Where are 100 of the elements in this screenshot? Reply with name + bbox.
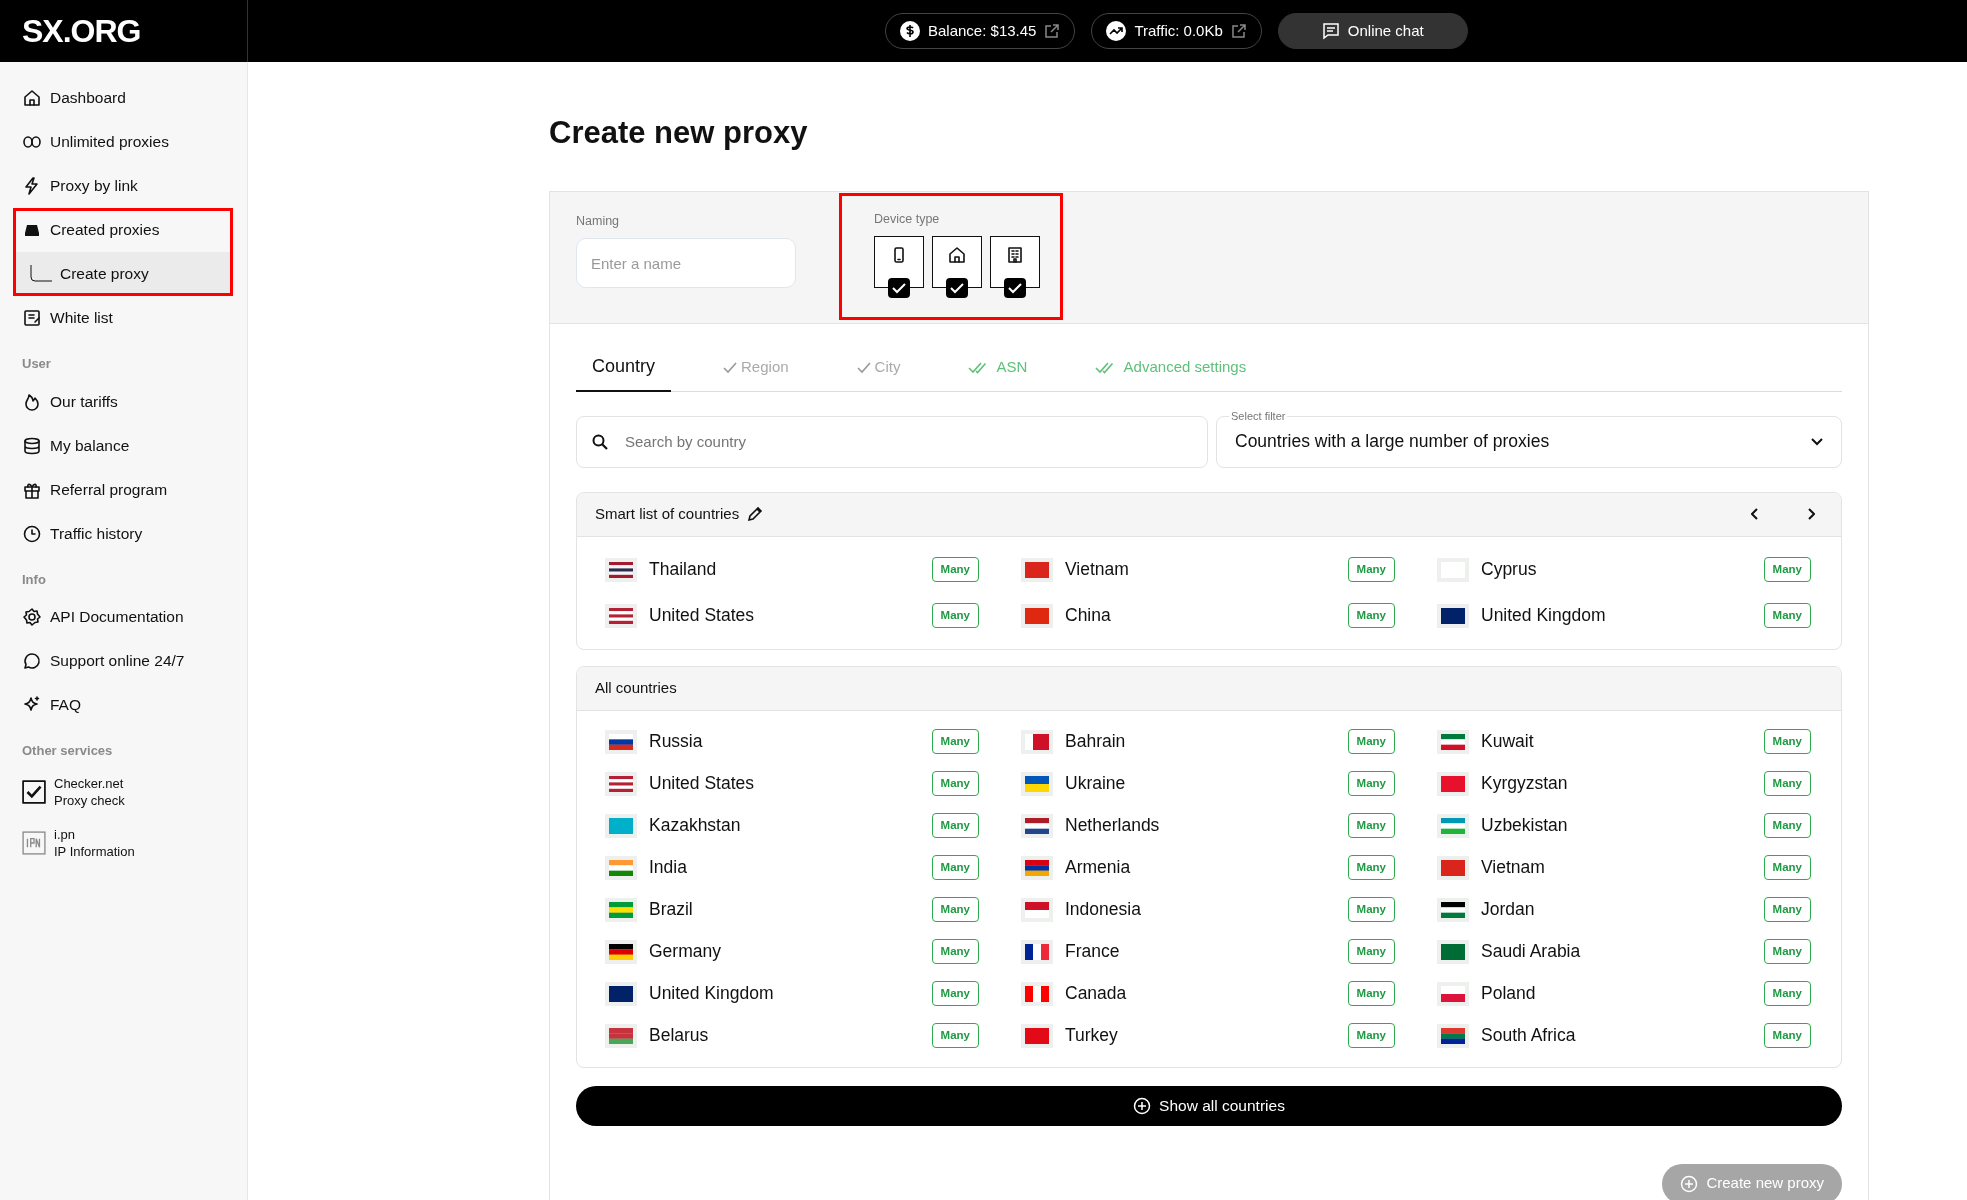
document-icon — [22, 308, 42, 328]
country-name[interactable]: Vietnam — [1065, 556, 1129, 583]
sidebar-subitem[interactable]: Create proxy — [13, 252, 233, 296]
availability-tag: Many — [1347, 938, 1395, 965]
sidebar-item[interactable]: Support online 24/7 — [0, 639, 247, 683]
availability-tag: Many — [1347, 980, 1395, 1007]
availability-tag: Many — [1763, 770, 1811, 797]
sidebar-item[interactable]: Proxy by link — [0, 164, 247, 208]
country-name[interactable]: Netherlands — [1065, 812, 1160, 839]
availability-tag: Many — [1763, 854, 1811, 881]
country-name[interactable]: Uzbekistan — [1481, 812, 1568, 839]
country-name[interactable]: Brazil — [649, 896, 693, 923]
country-name[interactable]: Bahrain — [1065, 728, 1126, 755]
country-name[interactable]: Canada — [1065, 980, 1127, 1007]
availability-tag: Many — [1347, 1022, 1395, 1049]
country-name[interactable]: United Kingdom — [649, 980, 774, 1007]
chevron-left-icon[interactable] — [1751, 508, 1759, 520]
building-icon — [1005, 245, 1025, 266]
tree-branch-icon — [30, 265, 52, 283]
chevron-right-icon[interactable] — [1807, 508, 1815, 520]
service-description: IP Information — [54, 843, 135, 861]
service-name[interactable]: Checker.net — [54, 774, 125, 793]
show-all-countries-button[interactable]: Show all countries — [576, 1085, 1842, 1126]
availability-tag: Many — [931, 980, 979, 1007]
country-name[interactable]: Ukraine — [1065, 770, 1126, 797]
country-name[interactable]: Germany — [649, 938, 721, 965]
balance-button[interactable]: Balance: $13.45 — [885, 13, 1076, 49]
sidebar-item[interactable]: Dashboard — [0, 76, 247, 120]
sidebar-item[interactable]: FAQ — [0, 683, 247, 727]
search-field[interactable]: Search by country — [576, 415, 1208, 468]
checkbox[interactable] — [946, 278, 968, 299]
checkbox[interactable] — [1004, 278, 1026, 299]
country-name[interactable]: United States — [649, 770, 755, 797]
availability-tag: Many — [1763, 896, 1811, 923]
double-check-icon — [968, 361, 989, 374]
plus-circle-icon — [1680, 1174, 1699, 1193]
double-check-icon — [1095, 361, 1116, 374]
availability-tag: Many — [1347, 896, 1395, 923]
country-name[interactable]: Vietnam — [1481, 854, 1545, 881]
country-name[interactable]: India — [649, 854, 687, 881]
pencil-icon[interactable] — [747, 506, 764, 522]
availability-tag: Many — [1763, 812, 1811, 839]
availability-tag: Many — [931, 728, 979, 755]
filter-value: Countries with a large number of proxies — [1235, 430, 1550, 454]
country-name[interactable]: Turkey — [1065, 1022, 1118, 1049]
country-name[interactable]: Indonesia — [1065, 896, 1141, 923]
country-name[interactable]: Kuwait — [1481, 728, 1534, 755]
availability-tag: Many — [1763, 556, 1811, 583]
device-type-button[interactable] — [932, 236, 982, 289]
sidebar-item[interactable]: Our tariffs — [0, 379, 247, 424]
external-link-icon — [1230, 23, 1247, 39]
country-name[interactable]: Kazakhstan — [649, 812, 741, 839]
online-chat-button[interactable]: Online chat — [1277, 13, 1468, 49]
availability-tag: Many — [931, 854, 979, 881]
availability-tag: Many — [931, 896, 979, 923]
section-heading: Other services — [21, 742, 114, 760]
country-name[interactable]: South Africa — [1481, 1022, 1576, 1049]
country-name[interactable]: Kyrgyzstan — [1481, 770, 1568, 797]
country-name[interactable]: Cyprus — [1481, 556, 1537, 583]
chat-bubble-icon — [22, 651, 42, 671]
checkbox[interactable] — [888, 278, 910, 299]
sidebar-item[interactable]: API Documentation — [0, 595, 247, 639]
country-name[interactable]: Armenia — [1065, 854, 1131, 881]
country-name[interactable]: Russia — [649, 728, 703, 755]
sidebar-item[interactable]: My balance — [0, 423, 247, 468]
availability-tag: Many — [931, 1022, 979, 1049]
sidebar-item[interactable]: White list — [0, 296, 247, 340]
country-name[interactable]: Jordan — [1481, 896, 1535, 923]
service-name[interactable]: i.pn — [54, 825, 135, 844]
section-title: All countries — [595, 677, 677, 698]
country-name[interactable]: China — [1065, 602, 1111, 629]
logo[interactable]: SX.ORG — [22, 7, 141, 55]
country-name[interactable]: Thailand — [649, 556, 717, 583]
field-label: Naming — [576, 212, 621, 230]
sidebar-item[interactable]: Referral program — [0, 467, 247, 512]
availability-tag: Many — [1347, 770, 1395, 797]
availability-tag: Many — [931, 938, 979, 965]
availability-tag: Many — [931, 812, 979, 839]
country-name[interactable]: Poland — [1481, 980, 1536, 1007]
tab[interactable]: Country — [576, 343, 672, 392]
country-name[interactable]: Saudi Arabia — [1481, 938, 1581, 965]
country-name[interactable]: France — [1065, 938, 1120, 965]
availability-tag: Many — [1763, 728, 1811, 755]
section-title: Smart list of countries — [595, 503, 740, 524]
sidebar-item[interactable]: Unlimited proxies — [0, 120, 247, 164]
section-heading: Info — [21, 570, 47, 589]
device-type-button[interactable] — [874, 236, 924, 289]
availability-tag: Many — [1763, 980, 1811, 1007]
check-icon — [723, 361, 738, 374]
country-name[interactable]: United Kingdom — [1481, 602, 1606, 629]
check-icon — [856, 361, 871, 374]
device-type-button[interactable] — [990, 236, 1040, 289]
checkmark-icon — [950, 282, 964, 294]
country-name[interactable]: United States — [649, 602, 755, 629]
sidebar-item[interactable]: Created proxies — [13, 208, 233, 252]
country-name[interactable]: Belarus — [649, 1022, 709, 1049]
name-input[interactable]: Enter a name — [576, 238, 796, 289]
sidebar-item[interactable]: Traffic history — [0, 511, 247, 556]
availability-tag: Many — [931, 556, 979, 583]
traffic-button[interactable]: Traffic: 0.0Kb — [1091, 13, 1262, 49]
